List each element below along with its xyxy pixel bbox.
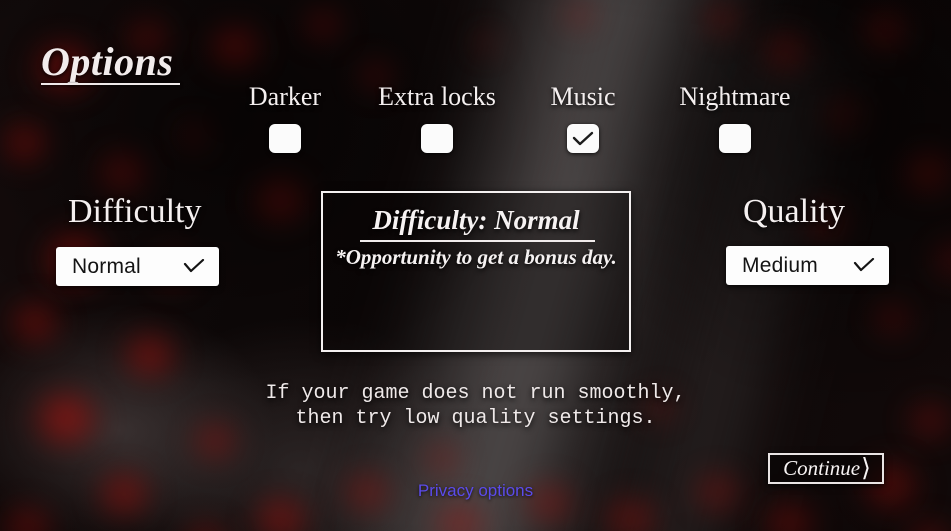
options-screen: Options Darker Extra locks Music Nightma…: [0, 0, 951, 531]
checkmark-icon: [572, 131, 594, 145]
privacy-options-link[interactable]: Privacy options: [418, 481, 533, 500]
performance-hint-line-1: If your game does not run smoothly,: [265, 382, 686, 405]
quality-value: Medium: [742, 253, 818, 277]
continue-button[interactable]: Continue ⟩: [768, 453, 884, 484]
difficulty-info-title-underline: [360, 240, 595, 242]
quality-dropdown[interactable]: Medium: [726, 246, 889, 285]
difficulty-dropdown[interactable]: Normal: [56, 247, 219, 286]
page-title: Options: [41, 39, 174, 84]
difficulty-info-title: Difficulty: Normal: [372, 205, 580, 235]
toggle-nightmare[interactable]: Nightmare: [650, 84, 820, 153]
toggle-music[interactable]: Music: [498, 84, 668, 153]
toggle-nightmare-checkbox[interactable]: [719, 124, 751, 153]
toggle-music-label: Music: [550, 82, 616, 111]
difficulty-info-panel: Difficulty: Normal *Opportunity to get a…: [321, 191, 631, 352]
toggle-extra-locks-checkbox[interactable]: [421, 124, 453, 153]
difficulty-value: Normal: [72, 254, 141, 278]
difficulty-info-description: *Opportunity to get a bonus day.: [335, 245, 617, 269]
continue-button-label: Continue: [783, 456, 861, 480]
toggle-extra-locks-label: Extra locks: [378, 82, 496, 111]
chevron-check-icon: [853, 258, 875, 273]
quality-label: Quality: [743, 193, 845, 230]
toggle-darker-checkbox[interactable]: [269, 124, 301, 153]
performance-hint-line-2: then try low quality settings.: [295, 407, 656, 430]
toggle-darker-label: Darker: [248, 82, 322, 111]
performance-hint: If your game does not run smoothly, then…: [0, 381, 951, 431]
toggle-darker[interactable]: Darker: [200, 84, 370, 153]
toggle-music-checkbox[interactable]: [567, 124, 599, 153]
page-title-underline: [41, 83, 180, 85]
toggle-extra-locks[interactable]: Extra locks: [352, 84, 522, 153]
chevron-check-icon: [183, 259, 205, 274]
toggle-nightmare-label: Nightmare: [679, 82, 791, 111]
difficulty-label: Difficulty: [68, 193, 202, 230]
content-layer: Options Darker Extra locks Music Nightma…: [0, 0, 951, 531]
chevron-right-icon: ⟩: [861, 455, 871, 482]
privacy-options-link-wrap: Privacy options: [0, 481, 951, 501]
